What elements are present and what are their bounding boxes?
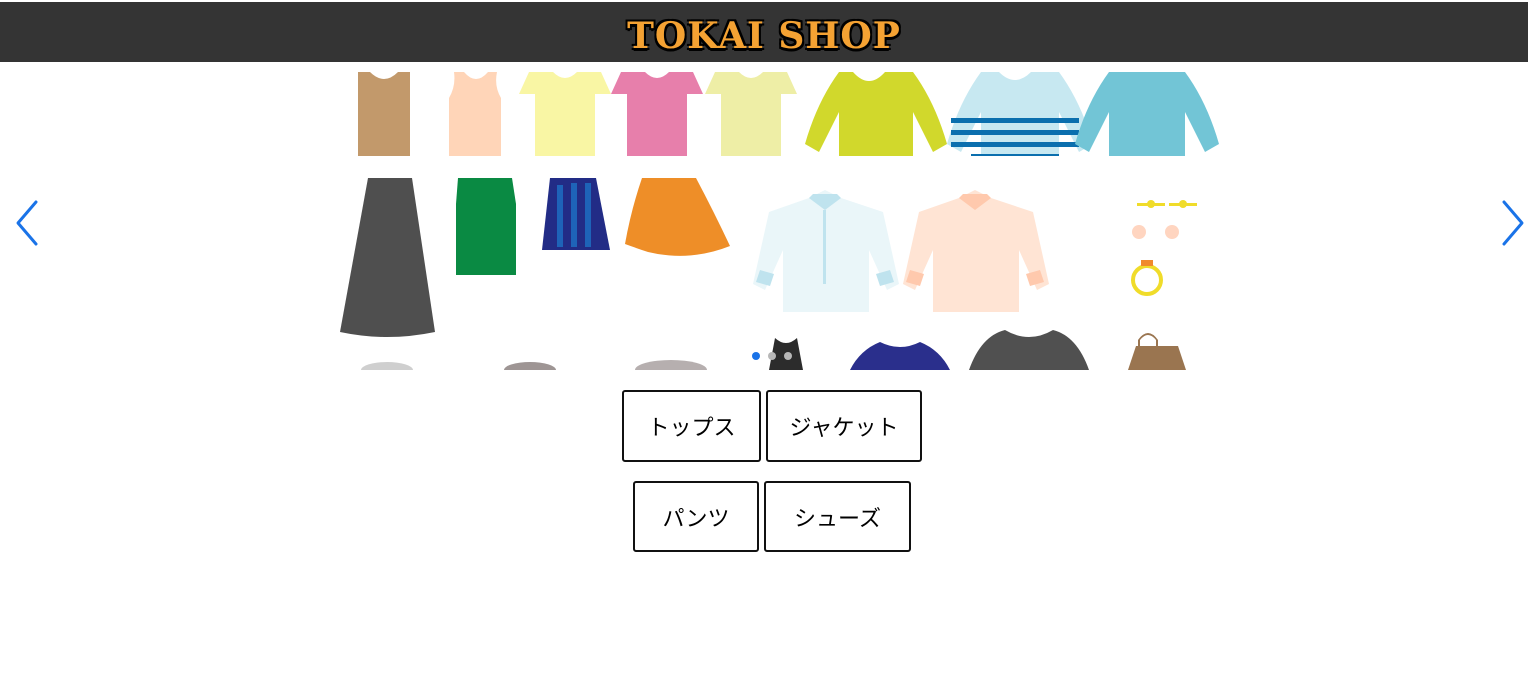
carousel-pagination [752, 352, 792, 360]
category-button-jackets[interactable]: ジャケット [766, 390, 922, 462]
carousel-dot-3[interactable] [784, 352, 792, 360]
category-button-tops[interactable]: トップス [622, 390, 761, 462]
chevron-left-icon[interactable] [10, 198, 42, 248]
category-row-1: トップス ジャケット [622, 390, 922, 462]
carousel-dot-1[interactable] [752, 352, 760, 360]
category-button-pants[interactable]: パンツ [633, 481, 759, 552]
site-header: TOKAI SHOP [0, 2, 1528, 62]
category-row-2: パンツ シューズ [633, 481, 911, 552]
carousel-dot-2[interactable] [768, 352, 776, 360]
shop-logo[interactable]: TOKAI SHOP [627, 15, 901, 57]
product-carousel [0, 62, 1528, 370]
category-button-shoes[interactable]: シューズ [764, 481, 911, 552]
chevron-right-icon[interactable] [1498, 198, 1528, 248]
carousel-slide-clothing[interactable] [335, 70, 1225, 370]
clothing-illustration [340, 72, 1219, 370]
